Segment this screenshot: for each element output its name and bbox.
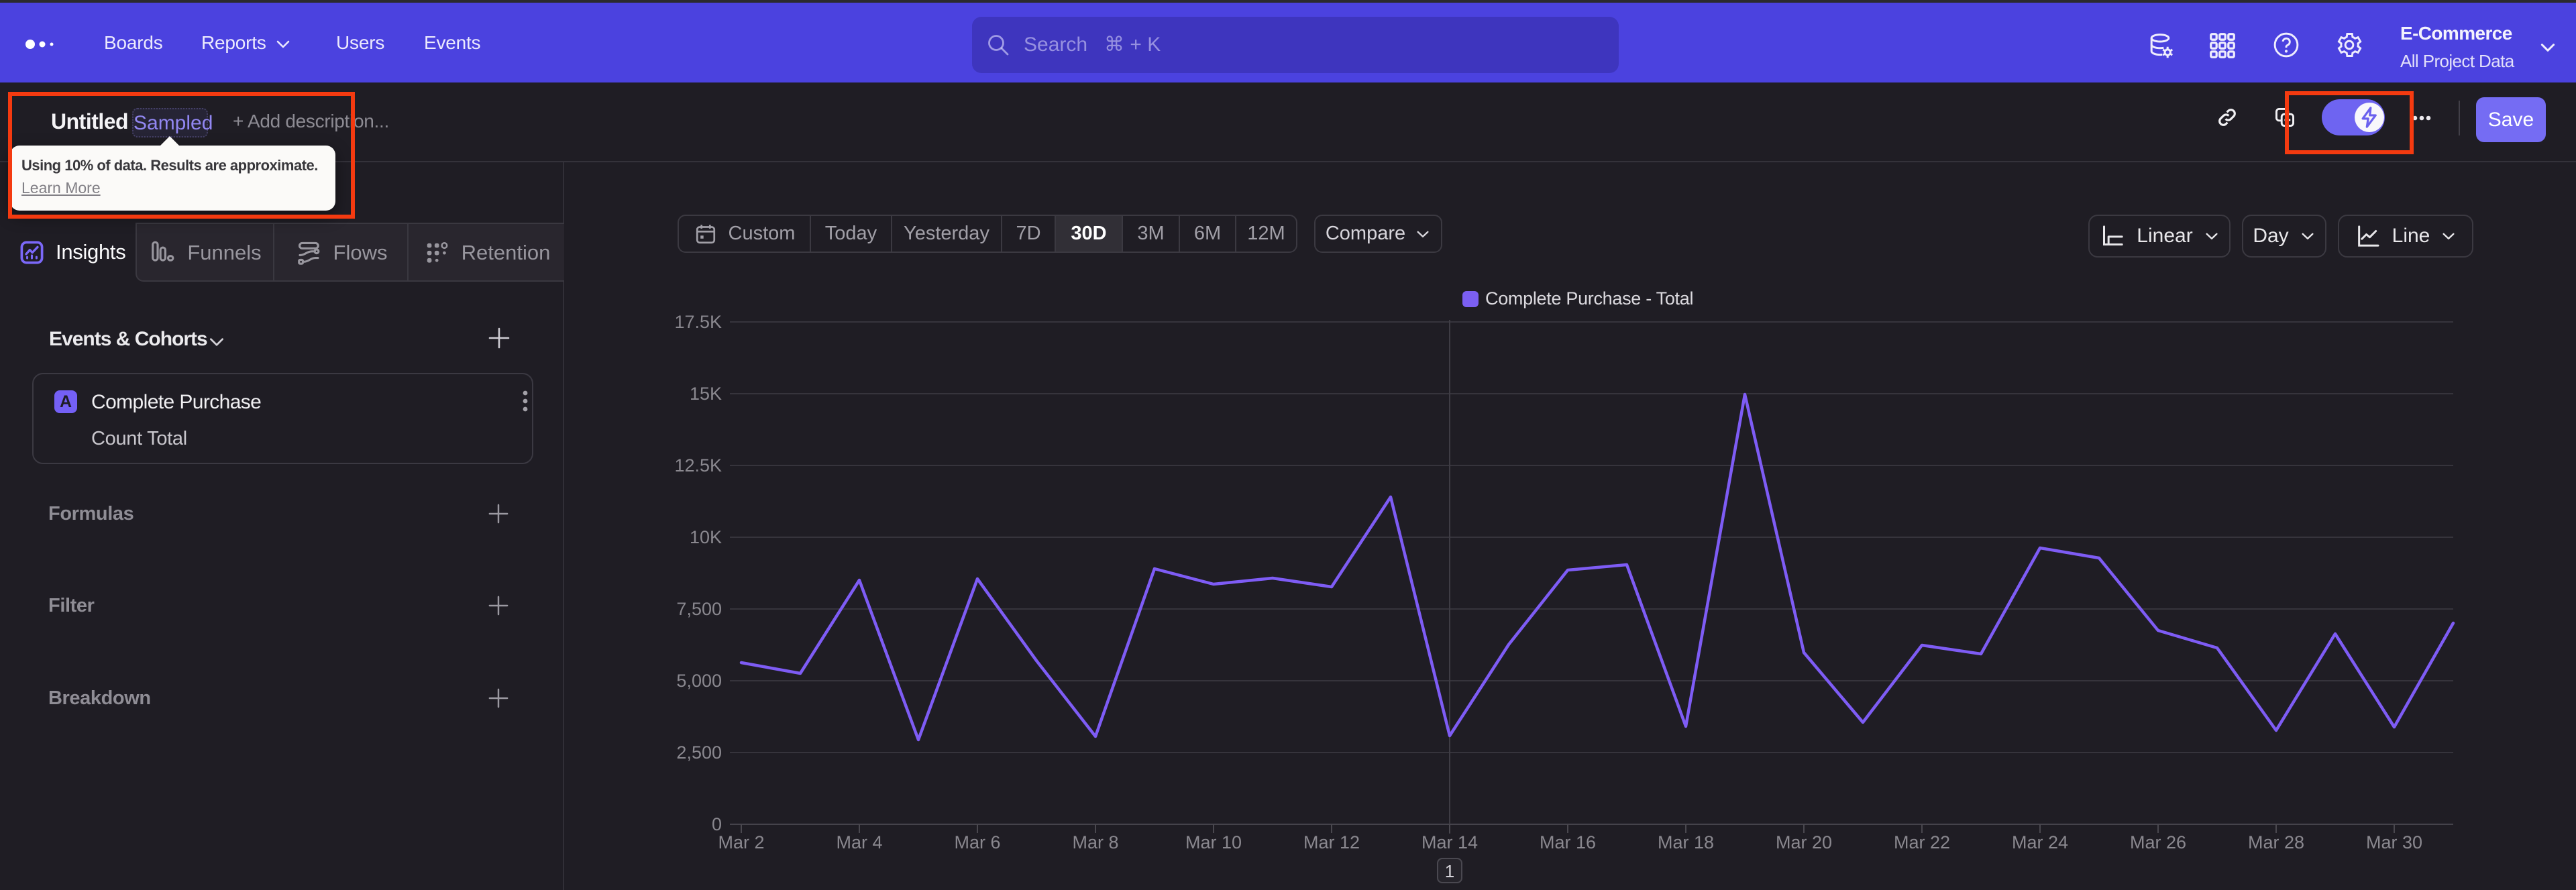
svg-text:10K: 10K: [690, 527, 722, 547]
svg-text:Mar 20: Mar 20: [1776, 832, 1832, 852]
svg-text:Mar 12: Mar 12: [1303, 832, 1360, 852]
svg-text:Mar 4: Mar 4: [836, 832, 882, 852]
svg-text:Mar 8: Mar 8: [1072, 832, 1118, 852]
svg-text:5,000: 5,000: [676, 671, 722, 691]
svg-text:Mar 6: Mar 6: [954, 832, 1000, 852]
svg-text:Mar 10: Mar 10: [1185, 832, 1242, 852]
svg-text:Mar 2: Mar 2: [718, 832, 764, 852]
svg-text:Mar 26: Mar 26: [2130, 832, 2186, 852]
svg-text:17.5K: 17.5K: [674, 312, 722, 332]
svg-text:0: 0: [712, 814, 722, 834]
svg-text:Mar 16: Mar 16: [1540, 832, 1596, 852]
svg-text:2,500: 2,500: [676, 742, 722, 763]
svg-text:Mar 14: Mar 14: [1421, 832, 1478, 852]
svg-text:Mar 30: Mar 30: [2366, 832, 2422, 852]
svg-text:Mar 24: Mar 24: [2012, 832, 2068, 852]
svg-text:Mar 22: Mar 22: [1894, 832, 1950, 852]
svg-text:Mar 18: Mar 18: [1658, 832, 1714, 852]
svg-text:Mar 28: Mar 28: [2248, 832, 2304, 852]
svg-text:12.5K: 12.5K: [674, 455, 722, 476]
svg-text:7,500: 7,500: [676, 599, 722, 619]
svg-text:15K: 15K: [690, 384, 722, 404]
